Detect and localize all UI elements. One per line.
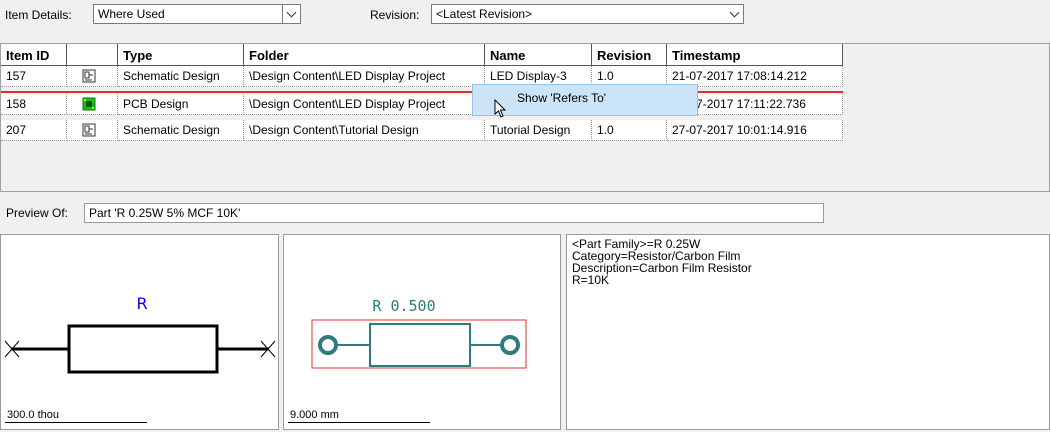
- cell-item-id: 207: [1, 120, 67, 141]
- cell-icon: [67, 66, 118, 87]
- cell-folder: \Design Content\LED Display Project: [244, 94, 485, 115]
- mouse-cursor-icon: [494, 99, 507, 118]
- footprint-scale-bar: [288, 422, 430, 423]
- cell-type: PCB Design: [118, 94, 244, 115]
- properties-panel[interactable]: <Part Family>=R 0.25W Category=Resistor/…: [566, 234, 1050, 430]
- footprint-scale-label: 9.000 mm: [290, 409, 339, 421]
- symbol-designator: R: [136, 294, 147, 313]
- cell-item-id: 157: [1, 66, 67, 87]
- revision-label: Revision:: [370, 8, 420, 22]
- table-row[interactable]: 207 Schematic Design \Design Content\Tut…: [1, 120, 843, 141]
- cell-revision: 1.0: [592, 120, 667, 141]
- preview-of-value: Part 'R 0.25W 5% MCF 10K': [89, 206, 241, 220]
- footprint-preview-panel[interactable]: R 0.500 9.000 mm: [283, 234, 561, 430]
- cell-name: Tutorial Design: [485, 120, 592, 141]
- column-header-folder[interactable]: Folder: [244, 44, 485, 66]
- symbol-scale-label: 300.0 thou: [7, 409, 59, 421]
- resistor-footprint-graphic: R 0.500: [311, 297, 527, 369]
- context-menu-item-label: Show 'Refers To': [517, 91, 607, 105]
- properties-list: <Part Family>=R 0.25W Category=Resistor/…: [572, 238, 752, 286]
- column-header-revision[interactable]: Revision: [592, 44, 667, 66]
- preview-of-field[interactable]: Part 'R 0.25W 5% MCF 10K': [84, 203, 824, 223]
- revision-value: <Latest Revision>: [436, 7, 533, 21]
- column-header-icon[interactable]: [67, 44, 118, 66]
- table-row[interactable]: 158 PCB Design \Design Content\LED Displ…: [1, 94, 843, 115]
- column-header-type[interactable]: Type: [118, 44, 244, 66]
- item-details-label: Item Details:: [5, 8, 72, 22]
- cell-icon: [67, 94, 118, 115]
- schematic-icon: [82, 123, 96, 137]
- column-header-name[interactable]: Name: [485, 44, 592, 66]
- resistor-symbol-graphic: R: [4, 294, 276, 374]
- symbol-scale-bar: [5, 422, 147, 423]
- footprint-label: R 0.500: [372, 297, 435, 315]
- pcb-icon: [82, 97, 96, 111]
- cell-type: Schematic Design: [118, 120, 244, 141]
- symbol-preview-panel[interactable]: R 300.0 thou: [0, 234, 279, 430]
- selection-indicator: [1, 91, 843, 93]
- item-details-dropdown[interactable]: Where Used: [93, 4, 301, 24]
- revision-dropdown[interactable]: <Latest Revision>: [431, 4, 744, 24]
- context-menu-show-refers-to[interactable]: Show 'Refers To': [472, 84, 698, 118]
- cell-timestamp: 27-07-2017 10:01:14.916: [667, 120, 843, 141]
- cell-item-id: 158: [1, 94, 67, 115]
- cell-folder: \Design Content\Tutorial Design: [244, 120, 485, 141]
- cell-icon: [67, 120, 118, 141]
- column-header-item-id[interactable]: Item ID: [1, 44, 67, 66]
- column-header-timestamp[interactable]: Timestamp: [667, 44, 843, 66]
- schematic-icon: [82, 69, 96, 83]
- cell-folder: \Design Content\LED Display Project: [244, 66, 485, 87]
- chevron-down-icon[interactable]: [282, 4, 301, 24]
- property-line: R=10K: [572, 273, 610, 287]
- cell-type: Schematic Design: [118, 66, 244, 87]
- item-details-value: Where Used: [98, 7, 165, 21]
- chevron-down-icon[interactable]: [726, 5, 743, 23]
- where-used-table[interactable]: Item ID Type Folder Name Revision Timest…: [0, 43, 1050, 192]
- table-row[interactable]: 157 Schematic Design \Design Content\LED…: [1, 66, 843, 87]
- preview-of-label: Preview Of:: [6, 206, 69, 220]
